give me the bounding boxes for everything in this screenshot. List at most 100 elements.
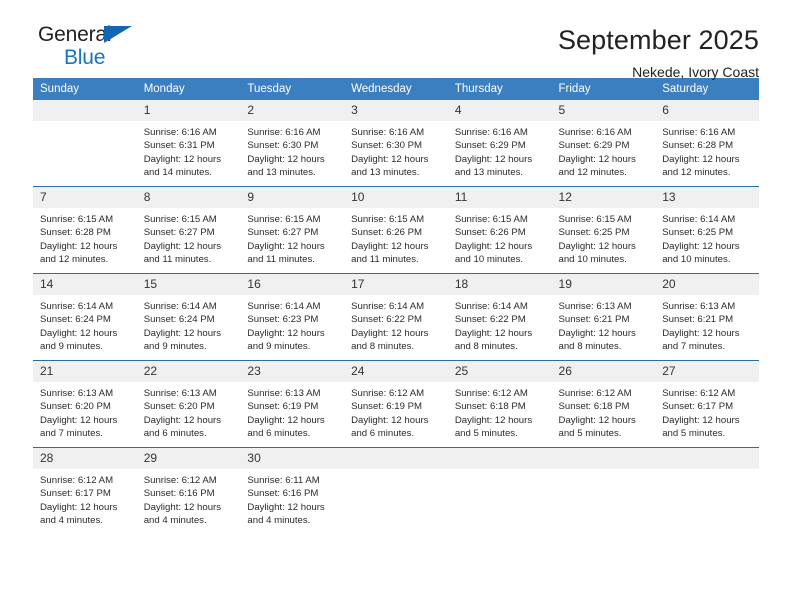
sunrise-text: Sunrise: 6:13 AM xyxy=(247,388,321,399)
daylight-text: Daylight: 12 hours and 4 minutes. xyxy=(247,501,325,526)
calendar-day[interactable]: 5 Sunrise: 6:16 AM Sunset: 6:29 PM Daylight… xyxy=(551,100,656,186)
sunset-text: Sunset: 6:16 PM xyxy=(143,488,215,500)
calendar-day[interactable]: 13 Sunrise: 6:14 AM Sunset: 6:25 PM Dayligh… xyxy=(655,187,759,273)
calendar-day[interactable]: 17 Sunrise: 6:14 AM Sunset: 6:22 PM Dayligh… xyxy=(344,274,448,360)
calendar-day[interactable]: 18 Sunrise: 6:14 AM Sunset: 6:22 PM Dayligh… xyxy=(447,274,552,360)
sunrise-text: Sunrise: 6:15 AM xyxy=(40,214,114,225)
sunrise-text: Sunrise: 6:11 AM xyxy=(247,475,320,486)
calendar-cell: 21 Sunrise: 6:13 AM Sunset: 6:20 PM Dayligh… xyxy=(33,360,137,448)
calendar-day[interactable]: 21 Sunrise: 6:13 AM Sunset: 6:20 PM Dayligh… xyxy=(33,361,137,447)
calendar-cell xyxy=(551,447,656,534)
calendar-week-row: 21 Sunrise: 6:13 AM Sunset: 6:20 PM Dayligh… xyxy=(33,360,759,448)
sunrise-text: Sunrise: 6:13 AM xyxy=(558,301,632,312)
day-details: Sunrise: 6:15 AM Sunset: 6:26 PM Daylight:… xyxy=(448,208,552,266)
generalblue-logo: General Blue xyxy=(33,24,193,74)
day-number: 29 xyxy=(136,448,241,469)
daylight-text: Daylight: 12 hours and 9 minutes. xyxy=(143,327,222,352)
calendar-day[interactable]: 25 Sunrise: 6:12 AM Sunset: 6:18 PM Dayligh… xyxy=(447,361,552,447)
day-number: 9 xyxy=(240,187,345,208)
page-header: General Blue September 2025 Nekede, Ivor… xyxy=(33,0,759,81)
day-details: Sunrise: 6:12 AM Sunset: 6:18 PM Daylight:… xyxy=(448,382,552,440)
sunrise-text: Sunrise: 6:16 AM xyxy=(351,127,425,138)
calendar-day[interactable]: 4 Sunrise: 6:16 AM Sunset: 6:29 PM Daylight… xyxy=(447,100,552,186)
weekday-header-monday: Monday xyxy=(136,78,241,100)
day-number: 16 xyxy=(240,274,345,295)
day-number: 24 xyxy=(344,361,448,382)
day-details: Sunrise: 6:12 AM Sunset: 6:17 PM Daylight:… xyxy=(655,382,759,440)
calendar-cell: 22 Sunrise: 6:13 AM Sunset: 6:20 PM Dayligh… xyxy=(136,360,241,448)
calendar-day[interactable]: 3 Sunrise: 6:16 AM Sunset: 6:30 PM Daylight… xyxy=(344,100,448,186)
daylight-text: Daylight: 12 hours and 12 minutes. xyxy=(40,240,118,265)
calendar-day[interactable]: 1 Sunrise: 6:16 AM Sunset: 6:31 PM Daylight… xyxy=(136,100,241,186)
daylight-text: Daylight: 12 hours and 7 minutes. xyxy=(40,414,118,439)
calendar-cell: 9 Sunrise: 6:15 AM Sunset: 6:27 PM Daylight… xyxy=(240,186,345,274)
sunrise-text: Sunrise: 6:14 AM xyxy=(662,214,736,225)
calendar-day[interactable]: 14 Sunrise: 6:14 AM Sunset: 6:24 PM Dayligh… xyxy=(33,274,137,360)
calendar-day[interactable]: 19 Sunrise: 6:13 AM Sunset: 6:21 PM Dayligh… xyxy=(551,274,656,360)
sunrise-text: Sunrise: 6:16 AM xyxy=(247,127,321,138)
calendar-cell: 13 Sunrise: 6:14 AM Sunset: 6:25 PM Dayligh… xyxy=(655,186,759,274)
daylight-text: Daylight: 12 hours and 4 minutes. xyxy=(143,501,222,526)
calendar-cell: 3 Sunrise: 6:16 AM Sunset: 6:30 PM Daylight… xyxy=(344,100,448,187)
sunset-text: Sunset: 6:20 PM xyxy=(143,401,215,413)
calendar-cell xyxy=(33,100,137,187)
calendar-day[interactable]: 28 Sunrise: 6:12 AM Sunset: 6:17 PM Dayligh… xyxy=(33,448,137,534)
calendar-day[interactable]: 7 Sunrise: 6:15 AM Sunset: 6:28 PM Daylight… xyxy=(33,187,137,273)
daylight-text: Daylight: 12 hours and 4 minutes. xyxy=(40,501,118,526)
calendar-day[interactable]: 24 Sunrise: 6:12 AM Sunset: 6:19 PM Dayligh… xyxy=(344,361,448,447)
sunset-text: Sunset: 6:24 PM xyxy=(143,314,215,326)
sunrise-text: Sunrise: 6:12 AM xyxy=(40,475,114,486)
calendar-page: General Blue September 2025 Nekede, Ivor… xyxy=(0,0,792,612)
calendar-day[interactable]: 9 Sunrise: 6:15 AM Sunset: 6:27 PM Daylight… xyxy=(240,187,345,273)
sunset-text: Sunset: 6:30 PM xyxy=(247,140,319,152)
calendar-day[interactable]: 6 Sunrise: 6:16 AM Sunset: 6:28 PM Daylight… xyxy=(655,100,759,186)
calendar-day[interactable]: 22 Sunrise: 6:13 AM Sunset: 6:20 PM Dayligh… xyxy=(136,361,241,447)
calendar-day[interactable]: 2 Sunrise: 6:16 AM Sunset: 6:30 PM Daylight… xyxy=(240,100,345,186)
calendar-cell xyxy=(447,447,552,534)
daylight-text: Daylight: 12 hours and 12 minutes. xyxy=(558,153,636,178)
calendar-day[interactable]: 30 Sunrise: 6:11 AM Sunset: 6:16 PM Dayligh… xyxy=(240,448,345,534)
day-number xyxy=(447,448,552,469)
calendar-day[interactable]: 23 Sunrise: 6:13 AM Sunset: 6:19 PM Dayligh… xyxy=(240,361,345,447)
day-number: 6 xyxy=(655,100,759,121)
sunset-text: Sunset: 6:23 PM xyxy=(247,314,319,326)
sunset-text: Sunset: 6:22 PM xyxy=(454,314,526,326)
sunrise-text: Sunrise: 6:12 AM xyxy=(454,388,528,399)
calendar-day[interactable]: 11 Sunrise: 6:15 AM Sunset: 6:26 PM Dayligh… xyxy=(447,187,552,273)
calendar-day[interactable]: 26 Sunrise: 6:12 AM Sunset: 6:18 PM Dayligh… xyxy=(551,361,656,447)
sunset-text: Sunset: 6:16 PM xyxy=(247,488,319,500)
day-number: 20 xyxy=(655,274,759,295)
calendar-day[interactable]: 27 Sunrise: 6:12 AM Sunset: 6:17 PM Dayligh… xyxy=(655,361,759,447)
day-details: Sunrise: 6:13 AM Sunset: 6:19 PM Daylight:… xyxy=(240,382,344,440)
day-details: Sunrise: 6:16 AM Sunset: 6:29 PM Daylight:… xyxy=(552,121,656,179)
sunset-text: Sunset: 6:19 PM xyxy=(247,401,319,413)
calendar-cell: 7 Sunrise: 6:15 AM Sunset: 6:28 PM Daylight… xyxy=(33,186,137,274)
sunset-text: Sunset: 6:18 PM xyxy=(454,401,526,413)
day-details: Sunrise: 6:14 AM Sunset: 6:24 PM Daylight:… xyxy=(33,295,137,353)
sunrise-text: Sunrise: 6:16 AM xyxy=(454,127,528,138)
calendar-cell: 30 Sunrise: 6:11 AM Sunset: 6:16 PM Dayligh… xyxy=(240,447,345,534)
day-details: Sunrise: 6:13 AM Sunset: 6:20 PM Daylight:… xyxy=(33,382,137,440)
weekday-header-thursday: Thursday xyxy=(447,78,552,100)
calendar-cell: 11 Sunrise: 6:15 AM Sunset: 6:26 PM Dayligh… xyxy=(447,186,552,274)
daylight-text: Daylight: 12 hours and 5 minutes. xyxy=(662,414,740,439)
calendar-cell: 24 Sunrise: 6:12 AM Sunset: 6:19 PM Dayligh… xyxy=(344,360,448,448)
sunrise-text: Sunrise: 6:14 AM xyxy=(143,301,217,312)
sunrise-text: Sunrise: 6:14 AM xyxy=(40,301,114,312)
sunrise-text: Sunrise: 6:16 AM xyxy=(662,127,736,138)
calendar-day[interactable]: 29 Sunrise: 6:12 AM Sunset: 6:16 PM Dayligh… xyxy=(136,448,241,534)
calendar-day[interactable]: 8 Sunrise: 6:15 AM Sunset: 6:27 PM Daylight… xyxy=(136,187,241,273)
calendar-day[interactable]: 16 Sunrise: 6:14 AM Sunset: 6:23 PM Dayligh… xyxy=(240,274,345,360)
calendar-day[interactable]: 15 Sunrise: 6:14 AM Sunset: 6:24 PM Dayligh… xyxy=(136,274,241,360)
calendar-day[interactable]: 20 Sunrise: 6:13 AM Sunset: 6:21 PM Dayligh… xyxy=(655,274,759,360)
day-details: Sunrise: 6:16 AM Sunset: 6:29 PM Daylight:… xyxy=(448,121,552,179)
calendar-day-empty xyxy=(551,448,656,534)
calendar-day[interactable]: 10 Sunrise: 6:15 AM Sunset: 6:26 PM Dayligh… xyxy=(344,187,448,273)
calendar-day-empty xyxy=(655,448,759,534)
day-number: 12 xyxy=(551,187,656,208)
daylight-text: Daylight: 12 hours and 9 minutes. xyxy=(247,327,325,352)
daylight-text: Daylight: 12 hours and 6 minutes. xyxy=(247,414,325,439)
calendar-day[interactable]: 12 Sunrise: 6:15 AM Sunset: 6:25 PM Dayligh… xyxy=(551,187,656,273)
calendar-grid: Sunday Monday Tuesday Wednesday Thursday… xyxy=(33,78,759,534)
sunset-text: Sunset: 6:25 PM xyxy=(558,227,630,239)
